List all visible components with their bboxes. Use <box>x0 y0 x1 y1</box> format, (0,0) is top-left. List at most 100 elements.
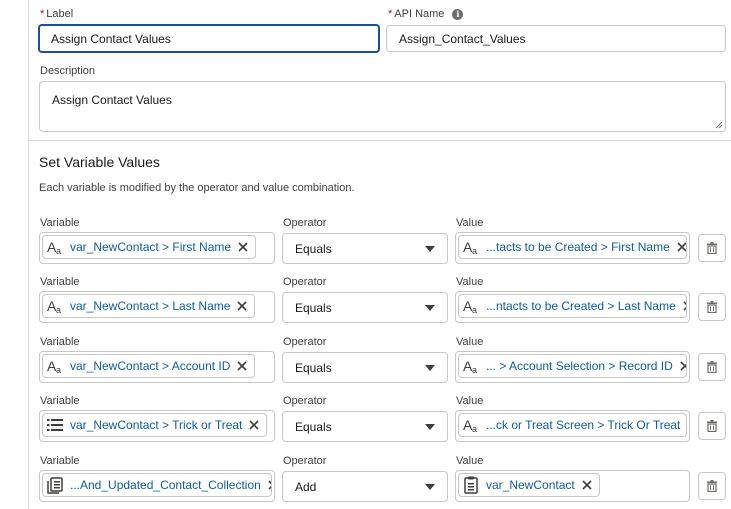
operator-select[interactable]: Equals <box>282 411 448 442</box>
svg-text:a: a <box>472 305 477 315</box>
variable-combobox[interactable]: var_NewContact > Trick or Treat <box>39 410 275 442</box>
variable-pill[interactable]: Aa var_NewContact > First Name <box>42 235 257 259</box>
description-label: Description <box>40 65 96 77</box>
remove-icon[interactable] <box>237 241 249 253</box>
value-combobox[interactable]: Aa ...ntacts to be Created > Last Name <box>455 291 690 323</box>
svg-text:a: a <box>472 246 477 256</box>
description-value: Assign Contact Values <box>52 93 172 107</box>
remove-icon[interactable] <box>679 360 687 372</box>
required-mark: * <box>40 8 45 20</box>
resize-grip-icon[interactable] <box>715 121 723 129</box>
operator-column-label: Operator <box>283 336 327 348</box>
value-pill-label: ...ntacts to be Created > Last Name <box>486 299 676 313</box>
operator-column-label: Operator <box>283 395 327 407</box>
variable-column-label: Variable <box>40 276 80 288</box>
operator-column-label: Operator <box>283 217 327 229</box>
variable-pill-label: ...And_Updated_Contact_Collection <box>70 478 261 492</box>
operator-select[interactable]: Equals <box>282 352 448 383</box>
variable-combobox[interactable]: Aa var_NewContact > Last Name <box>39 291 275 323</box>
variable-pill-label: var_NewContact > Trick or Treat <box>70 418 243 432</box>
value-pill-label: ...ck or Treat Screen > Trick Or Treat <box>486 418 681 432</box>
description-textarea[interactable]: Assign Contact Values <box>39 81 726 132</box>
remove-icon[interactable] <box>267 479 272 491</box>
variable-column-label: Variable <box>40 395 80 407</box>
value-pill[interactable]: var_NewContact <box>458 473 600 497</box>
remove-icon[interactable] <box>581 479 593 491</box>
value-column-label: Value <box>456 395 484 407</box>
text-icon: Aa <box>463 298 477 315</box>
remove-icon[interactable] <box>236 300 248 312</box>
operator-value: Add <box>295 479 317 494</box>
operator-column-label: Operator <box>283 276 327 288</box>
value-column-label: Value <box>456 276 484 288</box>
info-icon[interactable]: i <box>452 8 464 20</box>
trash-icon <box>707 242 717 254</box>
delete-row-button[interactable] <box>698 472 726 500</box>
value-combobox[interactable]: var_NewContact <box>455 470 690 502</box>
value-pill[interactable]: Aa ...tacts to be Created > First Name <box>458 235 687 259</box>
trash-icon <box>707 301 717 313</box>
text-icon: Aa <box>47 298 61 315</box>
operator-select[interactable]: Equals <box>282 233 448 264</box>
operator-select[interactable]: Equals <box>282 292 448 323</box>
label-input-value: Assign Contact Values <box>51 31 171 46</box>
variable-column-label: Variable <box>40 336 80 348</box>
section-divider <box>29 140 731 141</box>
value-pill-label: ...tacts to be Created > First Name <box>486 240 670 254</box>
variable-pill[interactable]: Aa var_NewContact > Account ID <box>42 354 256 378</box>
value-pill-label: ... > Account Selection > Record ID <box>486 359 673 373</box>
section-description: Each variable is modified by the operato… <box>39 182 355 194</box>
value-column-label: Value <box>456 336 484 348</box>
delete-row-button[interactable] <box>698 234 726 262</box>
operator-value: Equals <box>295 419 332 434</box>
text-icon: Aa <box>463 239 477 256</box>
variable-combobox[interactable]: Aa var_NewContact > Account ID <box>39 351 275 383</box>
remove-icon[interactable] <box>236 360 248 372</box>
picklist-icon <box>47 419 63 431</box>
variable-pill[interactable]: var_NewContact > Trick or Treat <box>42 413 268 437</box>
left-border <box>28 0 29 509</box>
value-combobox[interactable]: Aa ... > Account Selection > Record ID <box>455 351 690 383</box>
api-name-input[interactable]: Assign_Contact_Values <box>386 25 726 52</box>
variable-pill[interactable]: Aa var_NewContact > Last Name <box>42 294 256 318</box>
label-field-label: * Label <box>40 8 73 21</box>
chevron-down-icon <box>425 483 435 490</box>
record-icon <box>464 476 478 494</box>
delete-row-button[interactable] <box>698 412 726 440</box>
variable-pill[interactable]: ...And_Updated_Contact_Collection <box>42 473 272 497</box>
text-icon: Aa <box>463 358 477 375</box>
variable-pill-label: var_NewContact > Account ID <box>70 359 231 373</box>
svg-text:a: a <box>56 246 61 256</box>
value-pill[interactable]: Aa ...ntacts to be Created > Last Name <box>458 294 687 318</box>
chevron-down-icon <box>425 423 435 430</box>
remove-icon[interactable] <box>248 419 260 431</box>
value-column-label: Value <box>456 455 484 467</box>
variable-combobox[interactable]: Aa var_NewContact > First Name <box>39 232 275 264</box>
variable-pill-label: var_NewContact > Last Name <box>70 299 231 313</box>
value-pill[interactable]: Aa ... > Account Selection > Record ID <box>458 354 687 378</box>
variable-column-label: Variable <box>40 217 80 229</box>
value-combobox[interactable]: Aa ...ck or Treat Screen > Trick Or Treat <box>455 410 690 442</box>
trash-icon <box>707 420 717 432</box>
text-icon: Aa <box>463 417 477 434</box>
value-pill[interactable]: Aa ...ck or Treat Screen > Trick Or Treat <box>458 413 687 437</box>
svg-text:a: a <box>56 365 61 375</box>
text-icon: Aa <box>47 358 61 375</box>
label-text: Label <box>46 8 74 20</box>
delete-row-button[interactable] <box>698 353 726 381</box>
remove-icon[interactable] <box>686 419 687 431</box>
remove-icon[interactable] <box>676 241 687 253</box>
value-combobox[interactable]: Aa ...tacts to be Created > First Name <box>455 232 690 264</box>
operator-value: Equals <box>295 241 332 256</box>
label-input[interactable]: Assign Contact Values <box>38 24 380 53</box>
required-mark: * <box>388 8 393 20</box>
operator-select[interactable]: Add <box>282 471 448 502</box>
svg-text:a: a <box>56 305 61 315</box>
collection-icon <box>47 477 63 494</box>
remove-icon[interactable] <box>682 300 687 312</box>
api-name-text: API Name <box>394 8 445 20</box>
delete-row-button[interactable] <box>698 293 726 321</box>
variable-combobox[interactable]: ...And_Updated_Contact_Collection <box>39 470 275 502</box>
trash-icon <box>707 480 717 492</box>
operator-value: Equals <box>295 300 332 315</box>
